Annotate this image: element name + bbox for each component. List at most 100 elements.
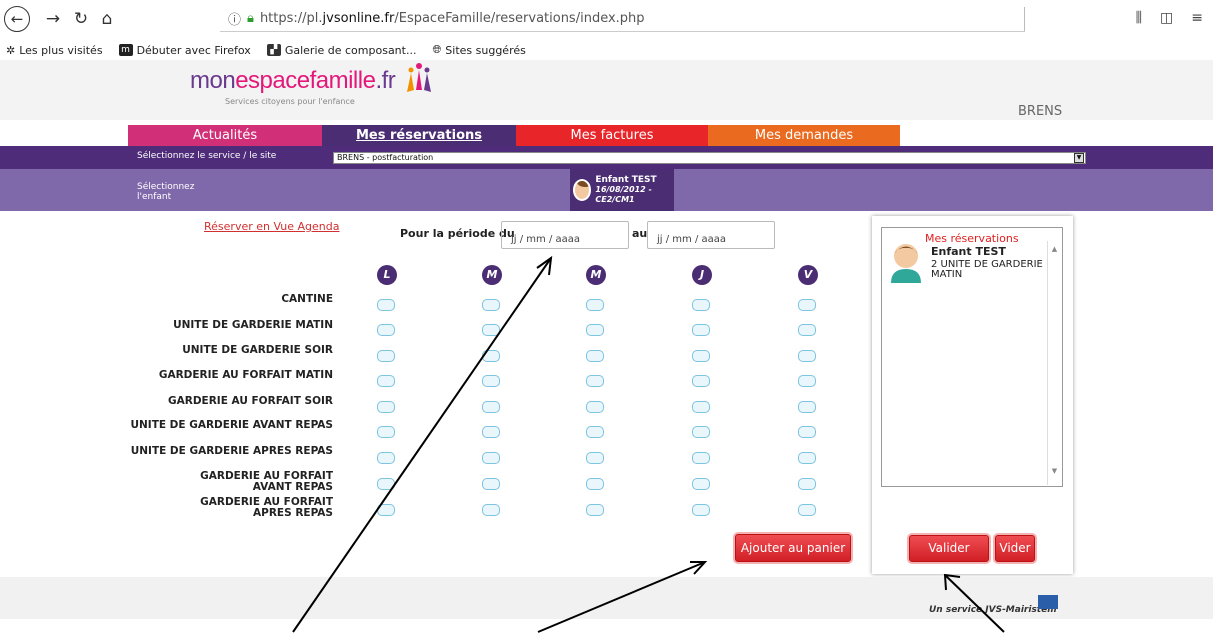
info-icon[interactable]: ⓘ — [228, 9, 241, 28]
day-tuesday: M — [482, 265, 502, 285]
reservation-checkbox[interactable] — [586, 478, 604, 490]
reservation-checkbox[interactable] — [798, 452, 816, 464]
gear-icon: ✲ — [6, 43, 16, 57]
tab-requests[interactable]: Mes demandes — [708, 125, 900, 146]
reservation-checkbox[interactable] — [586, 350, 604, 362]
scroll-up-icon[interactable]: ▲ — [1048, 245, 1061, 253]
reservation-checkbox[interactable] — [798, 375, 816, 387]
bookmark-getting-started[interactable]: m Débuter avec Firefox — [118, 44, 251, 57]
end-date-input[interactable]: jj / mm / aaaa — [647, 221, 775, 249]
reservation-checkbox[interactable] — [377, 478, 395, 490]
reservation-checkbox[interactable] — [482, 478, 500, 490]
reservation-checkbox[interactable] — [798, 401, 816, 413]
reservation-checkbox[interactable] — [798, 299, 816, 311]
browser-tools: ⫼ ◫ ≡ — [1136, 10, 1203, 26]
url-text: https://pl.jvsonline.fr/EspaceFamille/re… — [259, 11, 645, 26]
agenda-view-link[interactable]: Réserver en Vue Agenda — [204, 220, 339, 233]
reservation-checkbox[interactable] — [692, 324, 710, 336]
reload-icon[interactable]: ↻ — [68, 6, 94, 32]
validate-button[interactable]: Valider — [909, 535, 989, 562]
reservation-checkbox[interactable] — [377, 375, 395, 387]
site-logo[interactable]: monespacefamille.fr — [190, 67, 396, 95]
bookmark-suggested[interactable]: 🌐︎ Sites suggérés — [432, 43, 525, 57]
tab-invoices[interactable]: Mes factures — [516, 125, 708, 146]
reservation-checkbox[interactable] — [482, 350, 500, 362]
reservation-checkbox[interactable] — [586, 375, 604, 387]
reservation-checkbox[interactable] — [692, 426, 710, 438]
reservation-checkbox[interactable] — [692, 504, 710, 516]
reservation-checkbox[interactable] — [586, 426, 604, 438]
start-date-input[interactable]: jj / mm / aaaa — [501, 221, 629, 249]
town-name: BRENS — [1018, 104, 1063, 119]
child-name: Enfant TEST — [595, 175, 657, 185]
service-label: Sélectionnez le service / le site — [137, 151, 277, 161]
reservation-checkbox[interactable] — [482, 426, 500, 438]
bookmark-gallery[interactable]: ▞ Galerie de composant... — [266, 44, 416, 57]
row-label: CANTINE — [281, 293, 333, 305]
reservation-checkbox[interactable] — [482, 452, 500, 464]
reservation-checkbox[interactable] — [798, 350, 816, 362]
reservation-checkbox[interactable] — [586, 452, 604, 464]
period-label: Pour la période du — [400, 227, 515, 240]
scroll-down-icon[interactable]: ▼ — [1048, 467, 1061, 475]
reservation-checkbox[interactable] — [692, 452, 710, 464]
reservation-checkbox[interactable] — [692, 299, 710, 311]
gallery-icon: ▞ — [266, 44, 281, 56]
reservation-checkbox[interactable] — [482, 401, 500, 413]
day-monday: L — [377, 265, 397, 285]
reservation-checkbox[interactable] — [692, 375, 710, 387]
reservation-checkbox[interactable] — [377, 504, 395, 516]
reservation-checkbox[interactable] — [482, 324, 500, 336]
url-bar[interactable]: ⓘ 🔒︎ https://pl.jvsonline.fr/EspaceFamil… — [220, 6, 1025, 32]
list-scrollbar[interactable]: ▲ ▼ — [1047, 241, 1061, 485]
reservation-checkbox[interactable] — [798, 504, 816, 516]
firefox-icon: m — [118, 44, 133, 56]
home-icon[interactable]: ⌂ — [94, 6, 120, 32]
row-label: UNITE DE GARDERIE APRES REPAS — [130, 445, 333, 457]
bookmark-most-visited[interactable]: ✲ Les plus visités — [6, 44, 103, 57]
reservation-checkbox[interactable] — [482, 375, 500, 387]
reservation-checkbox[interactable] — [798, 478, 816, 490]
menu-icon[interactable]: ≡ — [1191, 10, 1203, 26]
child-avatar — [573, 179, 592, 201]
reservation-checkbox[interactable] — [377, 324, 395, 336]
reservation-checkbox[interactable] — [586, 299, 604, 311]
globe-icon: 🌐︎ — [432, 43, 442, 56]
reservation-checkbox[interactable] — [692, 401, 710, 413]
child-info: 16/08/2012 - CE2/CM1 — [595, 185, 652, 204]
logo-tagline: Services citoyens pour l'enfance — [225, 97, 355, 106]
reservation-checkbox[interactable] — [586, 324, 604, 336]
reservation-checkbox[interactable] — [482, 299, 500, 311]
library-icon[interactable]: ⫼ — [1136, 10, 1142, 26]
family-logo-icon — [407, 63, 431, 92]
back-icon[interactable]: ← — [4, 6, 30, 32]
reservation-checkbox[interactable] — [586, 504, 604, 516]
reservation-checkbox[interactable] — [377, 426, 395, 438]
clear-button[interactable]: Vider — [995, 535, 1035, 562]
tab-reservations[interactable]: Mes réservations — [322, 125, 516, 146]
reservation-checkbox[interactable] — [586, 401, 604, 413]
au-label: au — [632, 227, 648, 240]
reservation-checkbox[interactable] — [692, 478, 710, 490]
reservation-checkbox[interactable] — [482, 504, 500, 516]
dropdown-arrow-icon[interactable]: ▼ — [1074, 153, 1084, 163]
panel-title: Mes réservations — [925, 232, 1019, 245]
row-label: UNITE DE GARDERIE AVANT REPAS — [130, 419, 333, 431]
reservation-checkbox[interactable] — [692, 350, 710, 362]
service-select[interactable]: BRENS - postfacturation ▼ — [333, 152, 1086, 164]
sidebar-icon[interactable]: ◫ — [1160, 10, 1173, 26]
child-avatar-icon — [891, 244, 921, 283]
bookmarks-bar: ✲ Les plus visités m Débuter avec Firefox … — [0, 40, 1213, 60]
child-select-label: Sélectionnez l'enfant — [137, 182, 195, 202]
child-card[interactable]: Enfant TEST 16/08/2012 - CE2/CM1 — [570, 169, 674, 211]
reservation-checkbox[interactable] — [377, 401, 395, 413]
add-to-cart-button[interactable]: Ajouter au panier — [735, 534, 851, 562]
reservation-checkbox[interactable] — [798, 324, 816, 336]
reservation-checkbox[interactable] — [798, 426, 816, 438]
reservation-checkbox[interactable] — [377, 452, 395, 464]
tab-news[interactable]: Actualités — [128, 125, 322, 146]
forward-icon[interactable]: → — [40, 6, 66, 32]
reservation-checkbox[interactable] — [377, 299, 395, 311]
day-wednesday: M — [586, 265, 606, 285]
reservation-checkbox[interactable] — [377, 350, 395, 362]
